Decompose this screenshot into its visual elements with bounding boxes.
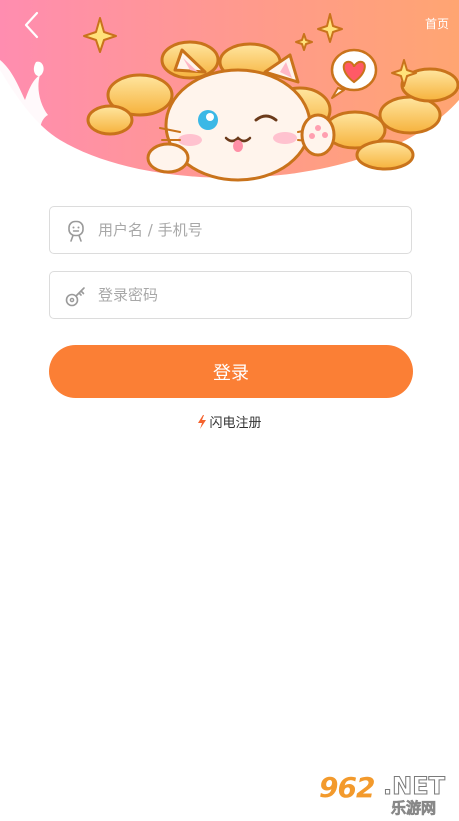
register-label: 闪电注册 xyxy=(209,416,262,431)
back-arrow-icon xyxy=(24,11,39,39)
watermark-site-name: 乐游网 xyxy=(391,799,437,818)
user-face-icon xyxy=(68,220,84,242)
username-field[interactable] xyxy=(49,206,412,254)
header-banner: 首页 xyxy=(0,0,459,190)
back-button[interactable] xyxy=(18,10,48,40)
key-icon xyxy=(65,287,85,307)
watermark-tld: .NET xyxy=(383,772,446,801)
username-input[interactable] xyxy=(98,207,398,253)
watermark-number: 962 xyxy=(319,771,375,804)
watermark-logo: 962 .NET 乐游网 xyxy=(317,771,455,817)
password-field[interactable] xyxy=(49,271,412,319)
home-link[interactable]: 首页 xyxy=(425,15,449,32)
register-link[interactable]: 闪电注册 xyxy=(0,412,459,431)
header-illustration xyxy=(0,0,459,182)
password-input[interactable] xyxy=(98,272,398,318)
lightning-icon xyxy=(198,414,207,429)
login-button[interactable]: 登录 xyxy=(49,345,413,398)
